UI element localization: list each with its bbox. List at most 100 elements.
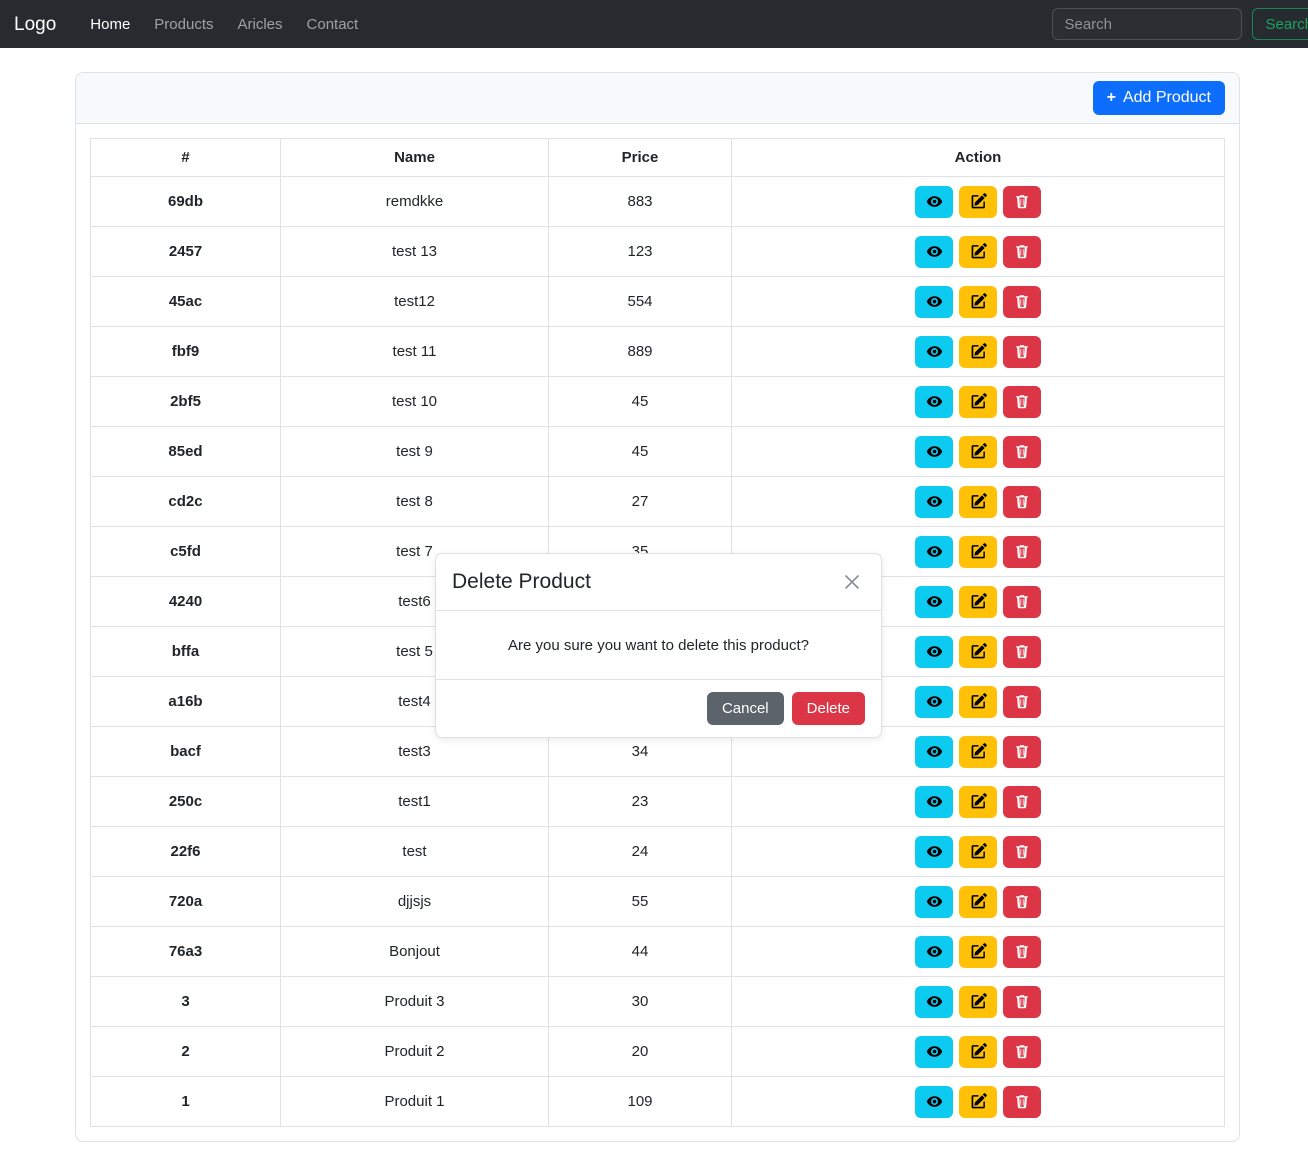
action-group (738, 1035, 1218, 1068)
view-button[interactable] (915, 185, 953, 218)
edit-button[interactable] (959, 285, 997, 318)
delete-row-button[interactable] (1003, 885, 1041, 918)
eye-icon (926, 693, 943, 710)
view-button[interactable] (915, 235, 953, 268)
trash-icon (1014, 744, 1030, 760)
close-icon[interactable] (839, 569, 865, 595)
trash-icon (1014, 394, 1030, 410)
cell-id: 85ed (90, 426, 281, 477)
view-button[interactable] (915, 735, 953, 768)
view-button[interactable] (915, 985, 953, 1018)
edit-button[interactable] (959, 785, 997, 818)
trash-icon (1014, 344, 1030, 360)
delete-row-button[interactable] (1003, 835, 1041, 868)
delete-row-button[interactable] (1003, 685, 1041, 718)
eye-icon (926, 1043, 943, 1060)
view-button[interactable] (915, 785, 953, 818)
edit-button[interactable] (959, 385, 997, 418)
view-button[interactable] (915, 685, 953, 718)
edit-icon (970, 793, 987, 810)
edit-button[interactable] (959, 185, 997, 218)
delete-row-button[interactable] (1003, 235, 1041, 268)
view-button[interactable] (915, 485, 953, 518)
action-group (738, 735, 1218, 768)
view-button[interactable] (915, 1035, 953, 1068)
edit-button[interactable] (959, 1085, 997, 1118)
table-row: 3 Produit 3 30 (90, 976, 1225, 1027)
cell-name: remdkke (280, 176, 549, 227)
cancel-button[interactable]: Cancel (706, 692, 784, 725)
nav-link-home[interactable]: Home (78, 17, 142, 32)
edit-button[interactable] (959, 1035, 997, 1068)
delete-row-button[interactable] (1003, 1085, 1041, 1118)
cell-id: 2 (90, 1026, 281, 1077)
edit-button[interactable] (959, 835, 997, 868)
edit-icon (970, 643, 987, 660)
edit-button[interactable] (959, 535, 997, 568)
delete-row-button[interactable] (1003, 485, 1041, 518)
delete-button[interactable]: Delete (791, 692, 865, 725)
delete-row-button[interactable] (1003, 185, 1041, 218)
delete-row-button[interactable] (1003, 1035, 1041, 1068)
trash-icon (1014, 1044, 1030, 1060)
edit-button[interactable] (959, 485, 997, 518)
add-product-button[interactable]: + Add Product (1092, 81, 1225, 115)
brand-logo[interactable]: Logo (14, 15, 56, 34)
view-button[interactable] (915, 535, 953, 568)
view-button[interactable] (915, 585, 953, 618)
search-button[interactable]: Search (1252, 8, 1308, 40)
delete-row-button[interactable] (1003, 285, 1041, 318)
cell-name: Produit 1 (280, 1076, 549, 1127)
cell-id: fbf9 (90, 326, 281, 377)
view-button[interactable] (915, 835, 953, 868)
view-button[interactable] (915, 885, 953, 918)
action-group (738, 435, 1218, 468)
nav-link-aricles[interactable]: Aricles (226, 17, 295, 32)
delete-row-button[interactable] (1003, 585, 1041, 618)
cell-id: 76a3 (90, 926, 281, 977)
edit-button[interactable] (959, 335, 997, 368)
delete-row-button[interactable] (1003, 385, 1041, 418)
delete-row-button[interactable] (1003, 335, 1041, 368)
view-button[interactable] (915, 935, 953, 968)
edit-button[interactable] (959, 885, 997, 918)
delete-row-button[interactable] (1003, 785, 1041, 818)
view-button[interactable] (915, 635, 953, 668)
edit-button[interactable] (959, 935, 997, 968)
view-button[interactable] (915, 1085, 953, 1118)
cell-price: 30 (548, 976, 732, 1027)
edit-button[interactable] (959, 985, 997, 1018)
nav-link-products[interactable]: Products (142, 17, 225, 32)
search-input[interactable] (1052, 8, 1243, 40)
edit-button[interactable] (959, 735, 997, 768)
delete-row-button[interactable] (1003, 935, 1041, 968)
modal-title: Delete Product (452, 570, 591, 594)
delete-row-button[interactable] (1003, 735, 1041, 768)
edit-button[interactable] (959, 435, 997, 468)
nav-link-contact[interactable]: Contact (295, 17, 371, 32)
cell-id: cd2c (90, 476, 281, 527)
cell-name: Produit 3 (280, 976, 549, 1027)
delete-row-button[interactable] (1003, 435, 1041, 468)
cell-name: test (280, 826, 549, 877)
view-button[interactable] (915, 285, 953, 318)
delete-row-button[interactable] (1003, 535, 1041, 568)
edit-button[interactable] (959, 635, 997, 668)
trash-icon (1014, 544, 1030, 560)
modal-body: Are you sure you want to delete this pro… (436, 611, 881, 679)
eye-icon (926, 493, 943, 510)
cell-price: 55 (548, 876, 732, 927)
delete-row-button[interactable] (1003, 985, 1041, 1018)
edit-button[interactable] (959, 585, 997, 618)
view-button[interactable] (915, 335, 953, 368)
cell-id: 3 (90, 976, 281, 1027)
edit-icon (970, 293, 987, 310)
view-button[interactable] (915, 435, 953, 468)
delete-row-button[interactable] (1003, 635, 1041, 668)
edit-button[interactable] (959, 685, 997, 718)
cell-name: djjsjs (280, 876, 549, 927)
table-row: 69db remdkke 883 (90, 176, 1225, 227)
edit-button[interactable] (959, 235, 997, 268)
view-button[interactable] (915, 385, 953, 418)
trash-icon (1014, 844, 1030, 860)
